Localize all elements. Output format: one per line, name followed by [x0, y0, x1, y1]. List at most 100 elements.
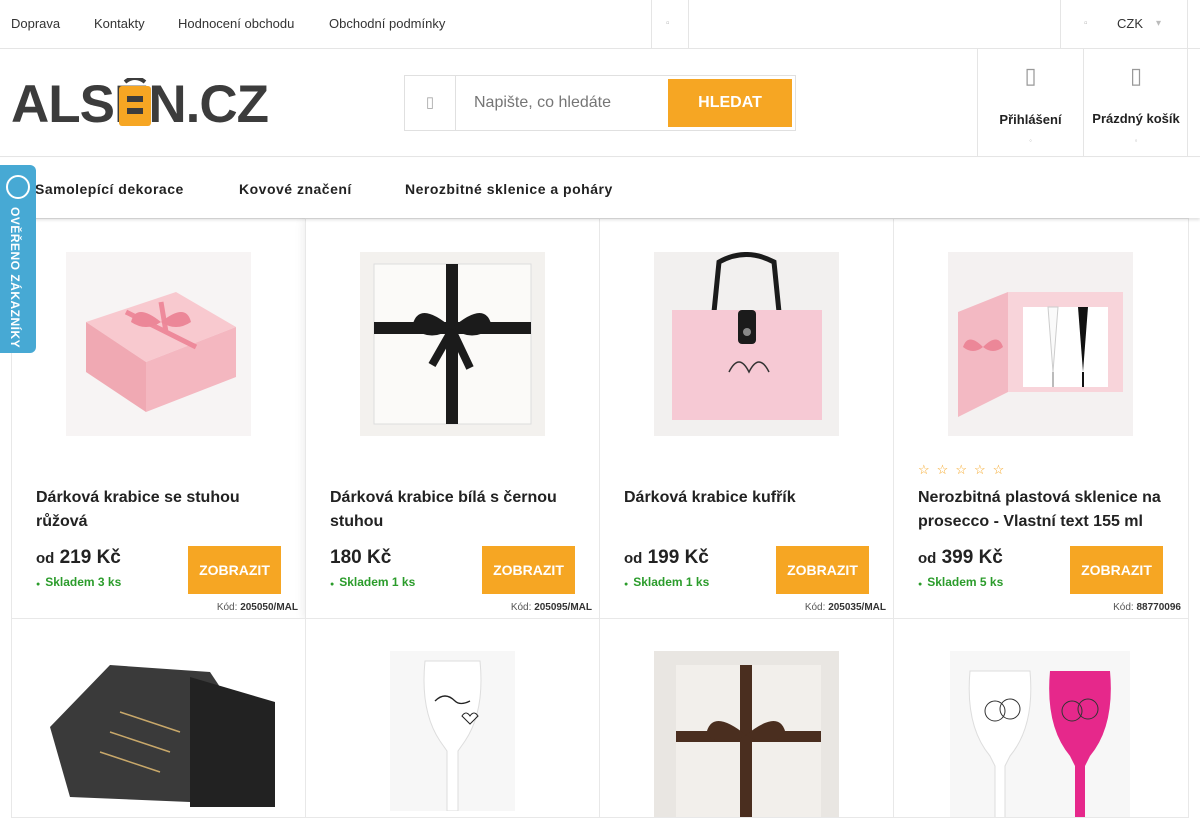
product-card[interactable]: Dárková krabice kufřík od 199 Kč ● Sklade… [599, 218, 894, 619]
product-code: Kód: 88770096 [1113, 602, 1181, 613]
topbar-link-podminky[interactable]: Obchodní podmínky [329, 16, 445, 31]
product-image-black-box[interactable] [40, 657, 280, 807]
stock-status: ● Skladem 1 ks [330, 575, 415, 589]
in-stock-icon: ● [330, 581, 335, 588]
top-bar: Doprava Kontakty Hodnocení obchodu Obcho… [0, 0, 1200, 49]
view-button[interactable]: ZOBRAZIT [188, 546, 281, 594]
star-icon: ☆ [955, 462, 974, 477]
code-value: 88770096 [1136, 602, 1182, 613]
product-image-prosecco-glasses[interactable] [948, 252, 1133, 436]
stock-text: Skladem 3 ks [45, 575, 122, 589]
star-icon: ☆ [992, 462, 1012, 477]
product-image-white-box[interactable] [360, 252, 545, 436]
chevron-down-icon: ◦ [1134, 136, 1138, 145]
rating-stars[interactable]: ☆☆☆☆☆ [918, 462, 1011, 478]
in-stock-icon: ● [624, 581, 629, 588]
divider [1187, 0, 1188, 48]
chevron-down-icon: ◦ [1029, 136, 1032, 145]
divider [688, 0, 689, 48]
shopping-bag-icon [119, 78, 151, 126]
chevron-down-icon[interactable]: ▾ [1156, 18, 1161, 29]
product-code: Kód: 205050/MAL [217, 602, 298, 613]
search-form: ▯ HLEDAT [404, 75, 796, 131]
product-title[interactable]: Dárková krabice kufřík [624, 486, 874, 510]
verified-seal-icon [6, 175, 30, 199]
login-button[interactable]: ▯ Přihlášení ◦ [977, 49, 1083, 157]
currency-icon: ▫ [1084, 18, 1088, 29]
product-title[interactable]: Dárková krabice se stuhou růžová [36, 486, 286, 534]
stock-status: ● Skladem 1 ks [624, 575, 709, 589]
product-card[interactable]: Dárková krabice bílá s černou stuhou 180… [305, 218, 600, 619]
price-prefix: od [918, 550, 937, 567]
cart-button[interactable]: ▯ Prázdný košík ◦ [1083, 49, 1188, 157]
divider [1060, 0, 1061, 48]
badge-text: OVĚŘENO ZÁKAZNÍKY [8, 207, 22, 349]
in-stock-icon: ● [36, 581, 41, 588]
product-card[interactable] [893, 618, 1189, 818]
stock-status: ● Skladem 5 ks [918, 575, 1003, 589]
divider [1187, 49, 1188, 157]
stock-text: Skladem 1 ks [633, 575, 710, 589]
stock-status: ● Skladem 3 ks [36, 575, 121, 589]
star-icon: ☆ [918, 462, 937, 477]
product-card[interactable] [11, 618, 306, 818]
product-card[interactable] [305, 618, 600, 818]
product-grid: Dárková krabice se stuhou růžová od 219 … [11, 218, 1189, 818]
price-value: 219 Kč [59, 547, 121, 568]
code-label: Kód: [1113, 602, 1134, 613]
user-icon: ▯ [1024, 63, 1037, 88]
view-button[interactable]: ZOBRAZIT [776, 546, 869, 594]
verified-customers-badge[interactable]: OVĚŘENO ZÁKAZNÍKY [0, 165, 36, 353]
cart-label: Prázdný košík [1092, 111, 1180, 126]
code-label: Kód: [804, 602, 826, 613]
product-price: od 219 Kč [36, 547, 121, 569]
price-prefix: od [624, 550, 643, 567]
in-stock-icon: ● [918, 581, 923, 588]
product-image-wine-glass[interactable] [390, 651, 515, 811]
product-card[interactable]: Dárková krabice se stuhou růžová od 219 … [11, 218, 306, 619]
nav-item-samolepici[interactable]: Samolepící dekorace [35, 181, 184, 197]
product-card[interactable]: ☆☆☆☆☆ Nerozbitná plastová sklenice na pr… [893, 218, 1189, 619]
stock-text: Skladem 1 ks [339, 575, 416, 589]
product-title[interactable]: Nerozbitná plastová sklenice na prosecco… [918, 486, 1168, 534]
product-price: 180 Kč [330, 547, 391, 569]
product-code: Kód: 205035/MAL [805, 602, 886, 613]
price-value: 180 Kč [330, 547, 392, 568]
product-price: od 199 Kč [624, 547, 709, 569]
currency-select[interactable]: CZK [1117, 16, 1143, 31]
product-image-pink-box[interactable] [66, 252, 251, 436]
star-icon: ☆ [936, 462, 956, 477]
product-card[interactable] [599, 618, 894, 818]
star-icon: ☆ [973, 462, 993, 477]
cart-icon: ▯ [1129, 63, 1143, 88]
view-button[interactable]: ZOBRAZIT [1070, 546, 1163, 594]
product-title[interactable]: Dárková krabice bílá s černou stuhou [330, 486, 580, 534]
topbar-link-doprava[interactable]: Doprava [11, 16, 60, 31]
product-code: Kód: 205095/MAL [511, 602, 592, 613]
price-value: 399 Kč [941, 547, 1003, 568]
code-value: 205035/MAL [828, 602, 886, 613]
price-prefix: od [36, 550, 55, 567]
login-label: Přihlášení [999, 112, 1062, 127]
search-icon[interactable]: ▯ [405, 76, 456, 130]
code-label: Kód: [216, 602, 238, 613]
divider [651, 0, 652, 48]
view-button[interactable]: ZOBRAZIT [482, 546, 575, 594]
nav-item-sklenice[interactable]: Nerozbitné sklenice a poháry [405, 181, 613, 197]
stock-text: Skladem 5 ks [927, 575, 1004, 589]
product-price: od 399 Kč [918, 547, 1003, 569]
code-value: 205050/MAL [240, 602, 298, 613]
more-icon[interactable]: ▫ [666, 18, 670, 29]
search-button[interactable]: HLEDAT [668, 79, 792, 127]
price-value: 199 Kč [647, 547, 709, 568]
search-input[interactable] [457, 76, 667, 130]
product-image-couple-glasses[interactable] [950, 651, 1130, 818]
topbar-link-hodnoceni[interactable]: Hodnocení obchodu [178, 16, 294, 31]
product-image-suitcase-box[interactable] [654, 252, 839, 436]
code-label: Kód: [510, 602, 532, 613]
topbar-link-kontakty[interactable]: Kontakty [94, 16, 145, 31]
code-value: 205095/MAL [534, 602, 592, 613]
nav-item-kovove[interactable]: Kovové značení [239, 181, 352, 197]
main-nav: Samolepící dekorace Kovové značení Neroz… [0, 158, 1200, 218]
product-image-brown-ribbon-box[interactable] [654, 651, 839, 818]
